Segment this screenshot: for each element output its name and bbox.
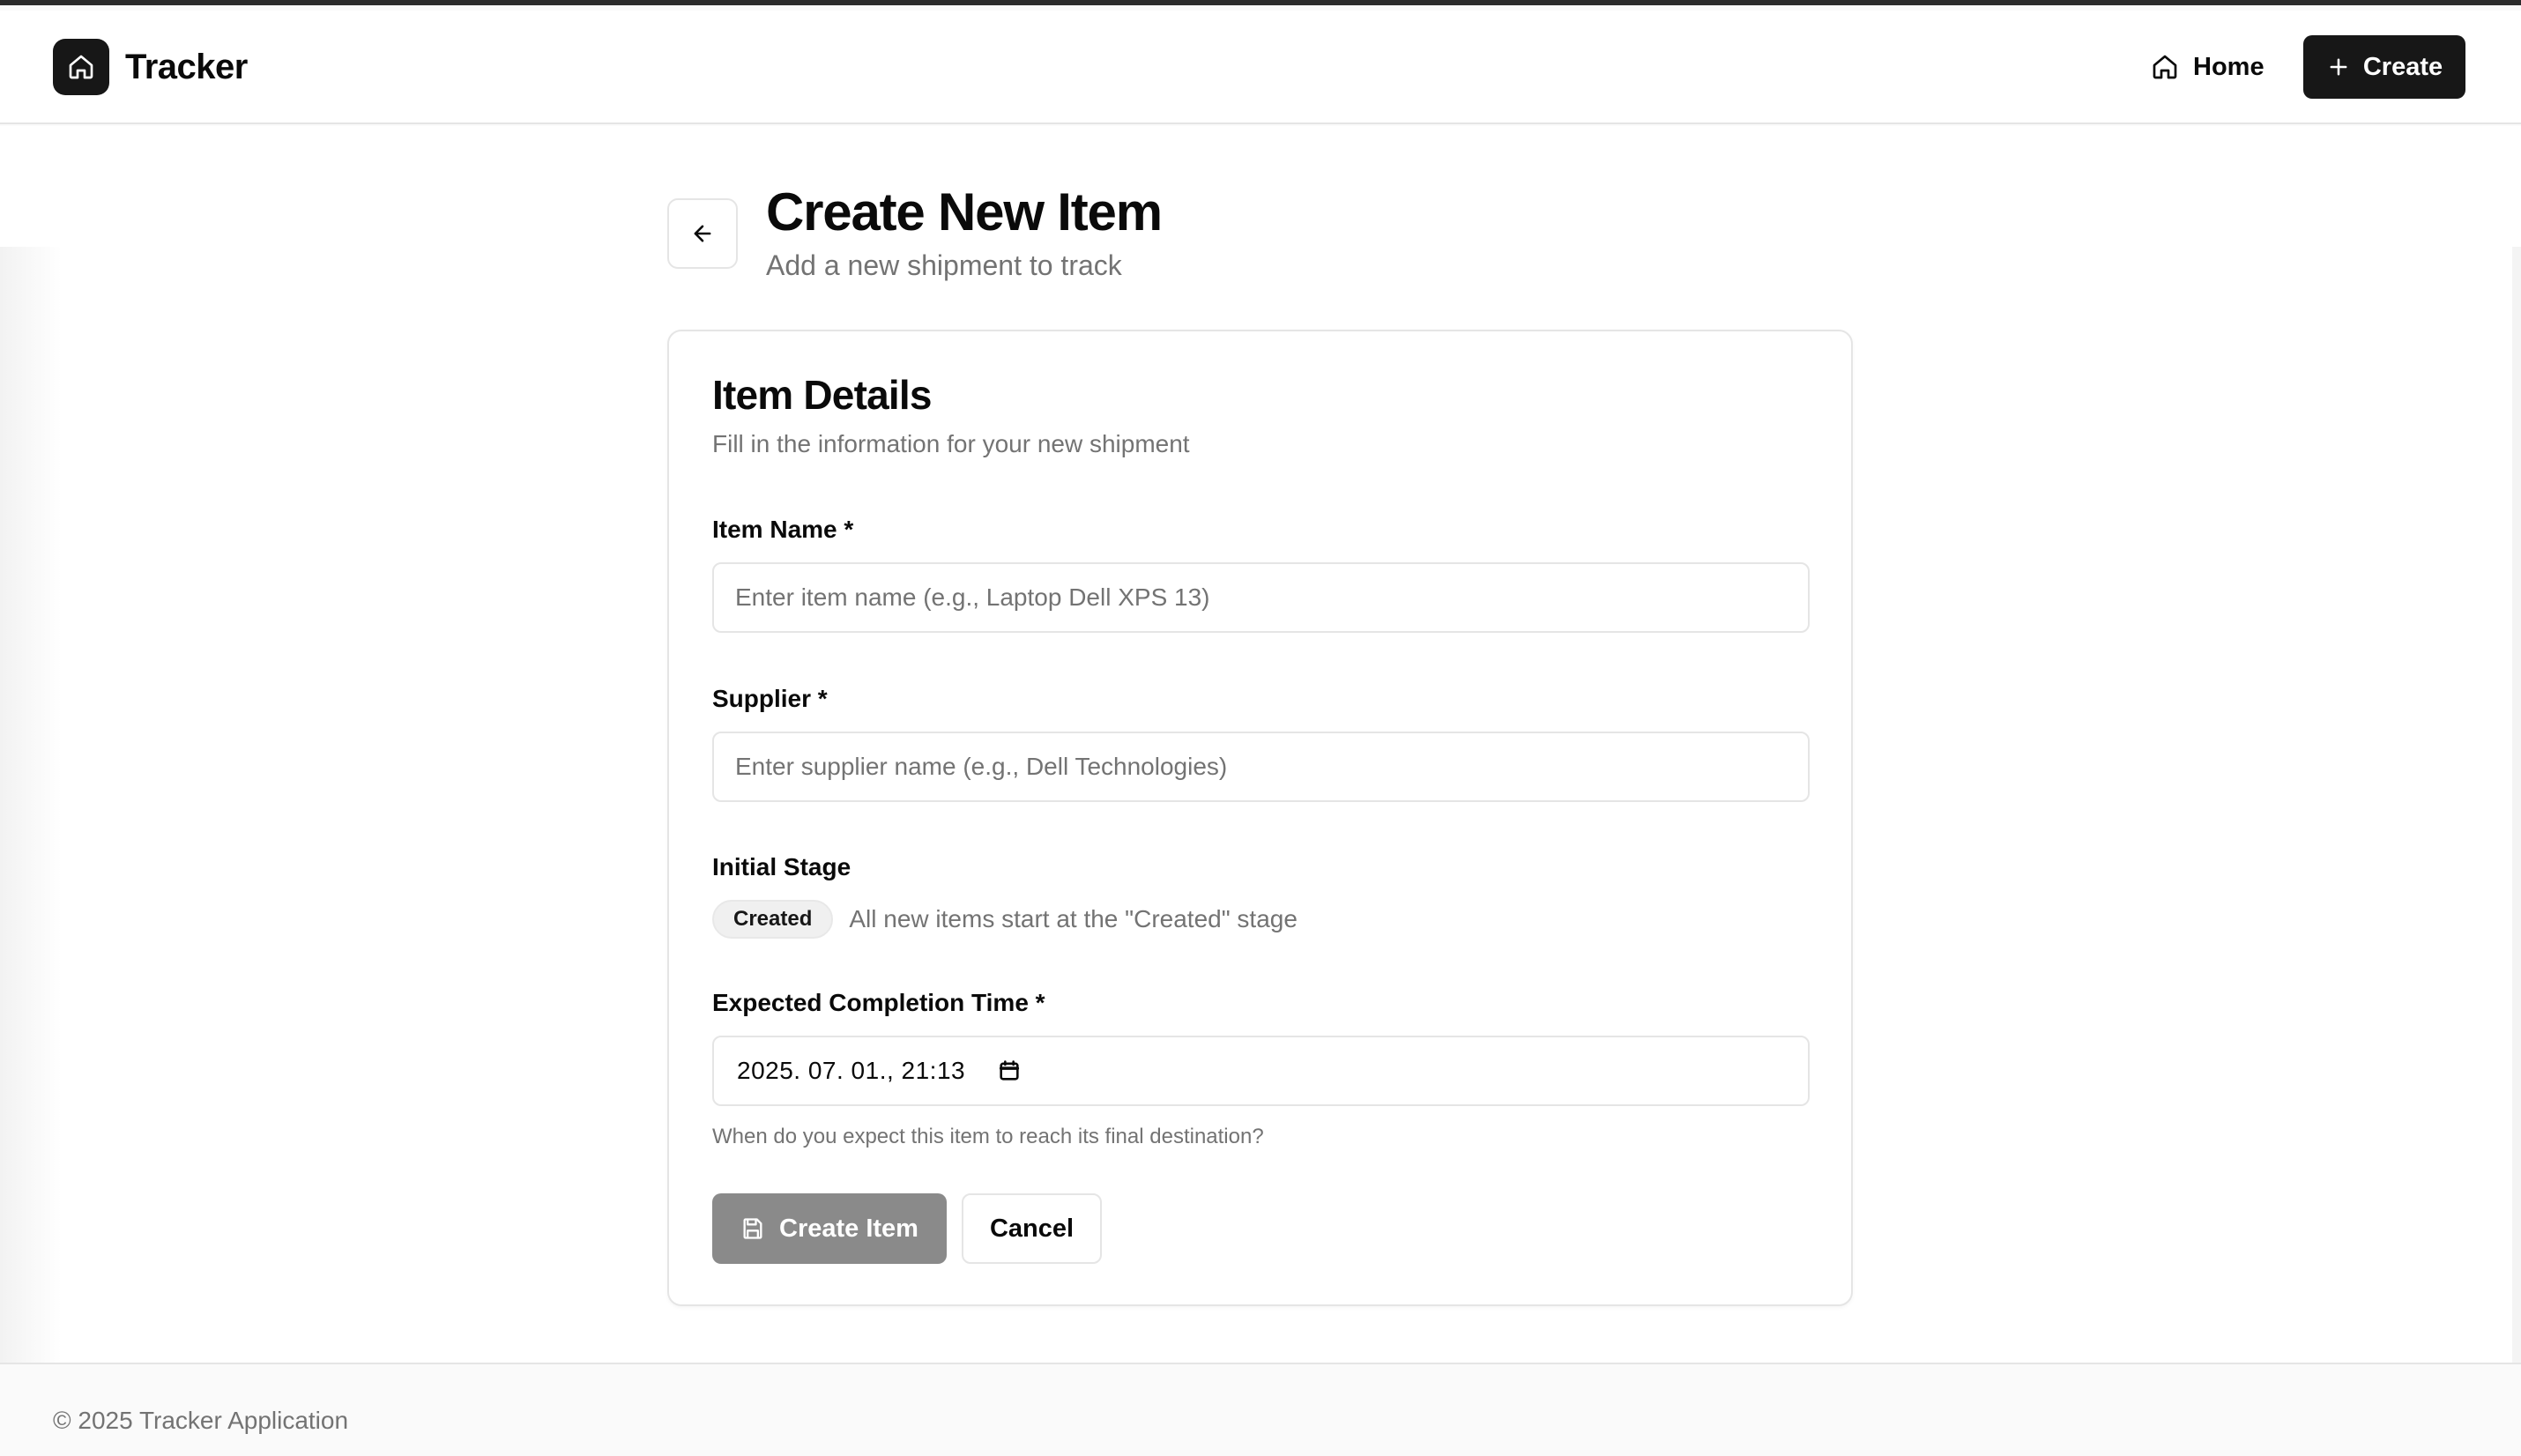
- main-content: Create New Item Add a new shipment to tr…: [0, 126, 2521, 1456]
- page-subtitle: Add a new shipment to track: [766, 249, 1122, 281]
- expected-completion-hint: When do you expect this item to reach it…: [712, 1125, 1264, 1148]
- save-icon: [740, 1216, 765, 1241]
- item-details-card: Item Details Fill in the information for…: [667, 330, 1853, 1306]
- app-window: Tracker Home Create Create New Item Add …: [0, 0, 2521, 1456]
- home-icon: [53, 39, 109, 95]
- stage-badge: Created: [712, 900, 834, 939]
- initial-stage-label: Initial Stage: [712, 853, 851, 880]
- expected-completion-value: 2025. 07. 01., 21:13: [737, 1057, 966, 1084]
- item-name-label: Item Name *: [712, 516, 854, 543]
- nav-create-button[interactable]: Create: [2303, 35, 2465, 99]
- cancel-button[interactable]: Cancel: [962, 1193, 1102, 1264]
- nav-home-link[interactable]: Home: [2126, 35, 2289, 99]
- plus-icon: [2326, 55, 2351, 79]
- brand[interactable]: Tracker: [53, 39, 248, 95]
- card-title: Item Details: [712, 372, 932, 418]
- arrow-left-icon: [690, 221, 715, 246]
- initial-stage-row: Created All new items start at the "Crea…: [712, 900, 1298, 939]
- item-name-input[interactable]: [712, 562, 1810, 633]
- brand-name: Tracker: [125, 47, 248, 86]
- page-title: Create New Item: [766, 182, 1163, 241]
- expected-completion-label: Expected Completion Time *: [712, 989, 1045, 1016]
- top-header: Tracker Home Create: [0, 11, 2521, 124]
- expected-completion-input[interactable]: 2025. 07. 01., 21:13: [712, 1036, 1810, 1106]
- calendar-icon[interactable]: [997, 1059, 1022, 1083]
- left-gutter: [0, 247, 62, 1456]
- stage-note: All new items start at the "Created" sta…: [849, 905, 1298, 932]
- create-item-button[interactable]: Create Item: [712, 1193, 947, 1264]
- supplier-label: Supplier *: [712, 685, 828, 712]
- supplier-input[interactable]: [712, 732, 1810, 802]
- footer-copyright: © 2025 Tracker Application: [53, 1407, 349, 1434]
- right-gutter: [2512, 247, 2521, 1456]
- footer: © 2025 Tracker Application: [0, 1363, 2521, 1456]
- home-icon: [2151, 53, 2179, 81]
- card-description: Fill in the information for your new shi…: [712, 430, 1190, 457]
- back-button[interactable]: [667, 198, 738, 269]
- create-item-label: Create Item: [779, 1214, 918, 1243]
- nav-create-label: Create: [2362, 52, 2443, 81]
- cancel-label: Cancel: [989, 1214, 1075, 1243]
- nav-home-label: Home: [2193, 52, 2264, 81]
